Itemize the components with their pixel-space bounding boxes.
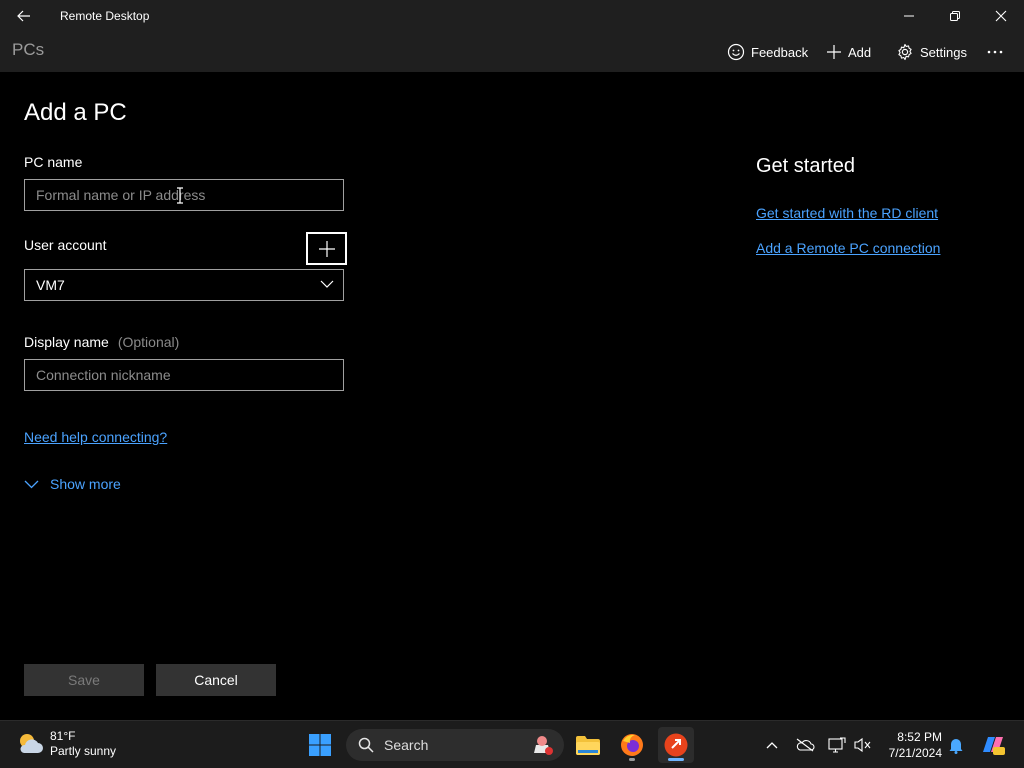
onedrive-tray[interactable] [795,735,815,755]
firefox-button[interactable] [614,727,650,763]
restore-button[interactable] [932,0,978,32]
settings-button[interactable]: Settings [896,42,967,62]
weather-temp: 81°F [50,729,76,743]
display-name-input[interactable] [24,359,344,391]
clock-date: 7/21/2024 [888,746,942,760]
bell-icon [949,739,963,754]
user-account-selected: VM7 [36,277,65,293]
optional-hint: (Optional) [117,334,180,350]
display-name-label: Display name (Optional) [24,334,179,350]
plus-icon [827,45,841,59]
running-indicator [629,758,635,761]
user-account-dropdown[interactable]: VM7 [24,269,344,301]
smiley-icon [727,43,745,61]
start-button[interactable] [302,727,338,763]
show-hidden-icons-button[interactable] [762,735,782,755]
add-button[interactable]: Add [826,42,871,62]
partly-sunny-icon [20,734,43,753]
windows-logo-icon [309,734,331,756]
gear-icon [898,43,912,61]
remote-desktop-icon [664,733,688,757]
notifications-button[interactable] [946,735,966,755]
close-icon [995,10,1007,22]
remote-desktop-taskbar-button[interactable] [658,727,694,763]
remote-desktop-window: Remote Desktop PCs Feedback Add Settings [0,0,1024,720]
back-arrow-icon [17,10,30,22]
title-bar: Remote Desktop [0,0,1024,32]
weather-condition: Partly sunny [50,744,117,758]
chevron-down-icon [24,480,39,488]
chevron-down-icon [320,280,334,288]
copilot-icon [983,737,1005,755]
cloud-offline-icon [796,738,815,752]
command-bar: PCs Feedback Add Settings [0,32,1024,72]
feedback-button[interactable]: Feedback [727,42,808,62]
speaker-muted-icon [854,737,871,753]
more-options-button[interactable] [986,42,1004,62]
active-indicator [668,758,684,761]
cancel-button[interactable]: Cancel [156,664,276,696]
display-name-label-text: Display name [24,334,109,350]
weather-widget[interactable]: 81°F Partly sunny [16,729,116,759]
app-title: Remote Desktop [60,9,150,23]
copilot-button[interactable] [980,735,1006,755]
show-more-label: Show more [50,476,121,492]
search-label: Search [384,737,429,753]
minimize-button[interactable] [886,0,932,32]
search-highlight-icon [534,736,553,755]
pc-name-input[interactable] [24,179,344,211]
taskbar: 81°F Partly sunny Search 8:52 PM 7/21/20… [0,720,1024,768]
page-title: Add a PC [24,99,127,126]
add-label: Add [848,44,872,60]
restore-icon [950,11,960,21]
minimize-icon [904,15,914,17]
save-button[interactable]: Save [24,664,144,696]
close-button[interactable] [978,0,1024,32]
get-started-rd-client-link[interactable]: Get started with the RD client [756,205,938,221]
pc-name-label: PC name [24,154,83,170]
folder-icon [576,736,600,755]
more-dots-icon [987,50,1003,54]
get-started-title: Get started [756,155,855,177]
add-remote-pc-link[interactable]: Add a Remote PC connection [756,240,940,256]
need-help-link[interactable]: Need help connecting? [24,429,167,445]
clock-time: 8:52 PM [897,730,942,744]
show-more-toggle[interactable]: Show more [24,476,121,492]
file-explorer-button[interactable] [570,727,606,763]
plus-icon [318,240,335,257]
chevron-up-icon [766,742,778,749]
taskbar-search[interactable]: Search [346,729,564,761]
back-button[interactable] [8,0,40,32]
text-cursor-icon [177,187,183,204]
volume-tray[interactable] [853,735,873,755]
network-tray[interactable] [827,735,847,755]
network-monitor-icon [828,737,846,753]
taskbar-clock[interactable]: 8:52 PM 7/21/2024 [878,729,942,761]
user-account-label: User account [24,237,107,253]
search-icon [358,737,374,753]
settings-label: Settings [920,44,967,60]
pcs-section-label[interactable]: PCs [12,40,44,60]
firefox-icon [621,734,643,756]
add-user-account-button[interactable] [306,232,347,265]
feedback-label: Feedback [751,44,809,60]
